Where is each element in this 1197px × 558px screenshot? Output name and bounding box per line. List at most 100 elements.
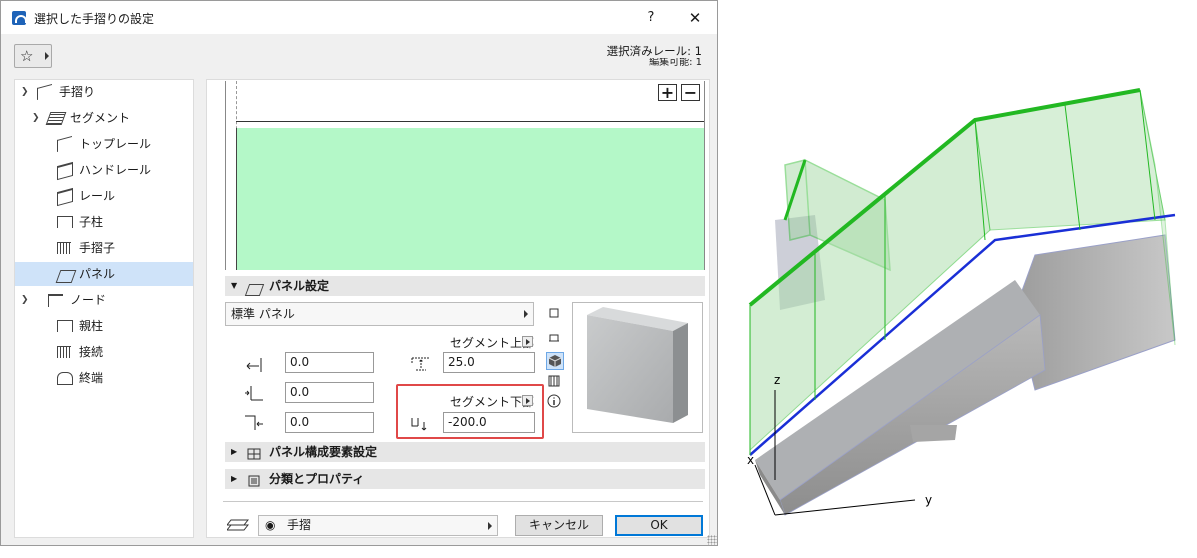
baluster-post-icon [57, 216, 73, 228]
info-icon[interactable] [547, 394, 561, 408]
panel-preview[interactable]: + − [225, 81, 705, 270]
tree-label: ハンドレール [79, 163, 152, 177]
panel-type-value: 標準 パネル [231, 307, 295, 321]
editable-count: 編集可能: 1 [649, 58, 702, 67]
zoom-in-button[interactable]: + [658, 84, 677, 101]
view-elevation-icon[interactable] [547, 330, 561, 344]
end-icon [57, 372, 73, 385]
panel-icon [244, 284, 265, 296]
left-offset-field[interactable]: 0.0 [285, 352, 374, 373]
selected-rails-count: 選択済みレール: 1 [606, 44, 702, 58]
segment-icon [45, 112, 67, 125]
panel-material-preview [572, 302, 703, 433]
title-bar: 選択した手摺りの設定 ? ✕ [1, 1, 717, 34]
connection-icon [57, 346, 71, 358]
archicad-app-icon [12, 11, 27, 25]
tree-label: セグメント [70, 111, 131, 125]
chevron-right-icon [524, 310, 528, 318]
panel-components-header[interactable]: ▶ パネル構成要素設定 [225, 442, 705, 462]
tree-label: 子柱 [79, 215, 104, 229]
tree-item-connection[interactable]: 接続 [15, 340, 193, 364]
gap-dimension-icon [243, 384, 265, 402]
chevron-right-icon [45, 52, 49, 60]
zoom-out-button[interactable]: − [681, 84, 700, 101]
expand-triangle-icon: ▶ [231, 447, 238, 456]
tree-item-railing[interactable]: ❯ 手摺り [15, 80, 193, 104]
expand-triangle-icon: ▶ [231, 474, 238, 483]
segment-top-field[interactable]: 25.0 [443, 352, 535, 373]
chevron-down-icon[interactable]: ❯ [21, 288, 29, 312]
panel-icon [55, 270, 77, 283]
chevron-down-icon[interactable]: ❯ [21, 80, 29, 104]
section-view-icon[interactable] [547, 374, 561, 388]
layer-name: 手摺 [287, 518, 312, 532]
tree-item-baluster-post[interactable]: 子柱 [15, 210, 193, 234]
tree-label: 終端 [79, 371, 104, 385]
help-button[interactable]: ? [639, 7, 663, 29]
collapse-triangle-icon: ▼ [231, 281, 238, 290]
cancel-button[interactable]: キャンセル [515, 515, 603, 536]
tree-item-top-rail[interactable]: トップレール [15, 132, 193, 156]
view-3d-icon[interactable] [546, 352, 564, 370]
section-title: 分類とプロパティ [269, 472, 365, 486]
section-title: パネル設定 [269, 279, 330, 293]
close-button[interactable]: ✕ [683, 7, 707, 29]
horizontal-gap-field[interactable]: 0.0 [285, 382, 374, 403]
tree-item-baluster[interactable]: 手摺子 [15, 236, 193, 260]
settings-content: + − ▼ パネル設定 標準 パネル 0.0 0.0 0.0 セグメント上部 2… [206, 79, 710, 538]
segment-top-menu-icon[interactable] [522, 336, 533, 347]
layer-dropdown[interactable]: ◉ 手摺 [258, 515, 498, 536]
railing-settings-dialog: 選択した手摺りの設定 ? ✕ ☆ 選択済みレール: 1 編集可能: 1 ❯ 手摺… [0, 0, 718, 546]
selection-info: 選択済みレール: 1 編集可能: 1 [607, 44, 702, 67]
axis-x-label: x [747, 453, 754, 467]
favorites-star-icon: ☆ [20, 47, 34, 65]
newel-post-icon [57, 320, 73, 332]
tree-item-handrail[interactable]: ハンドレール [15, 158, 193, 182]
ok-button[interactable]: OK [615, 515, 703, 536]
offset-dimension-icon [243, 356, 265, 374]
node-icon [48, 294, 63, 307]
handrail-icon [57, 161, 73, 181]
properties-icon [247, 473, 260, 487]
tree-item-panel[interactable]: パネル [15, 262, 193, 286]
axis-y-label: y [925, 493, 932, 507]
top-rail-icon [57, 135, 72, 153]
right-offset-field[interactable]: 0.0 [285, 412, 374, 433]
settings-tree: ❯ 手摺り ❯ セグメント トップレール ハンドレール レール 子柱 手摺子 パ… [14, 79, 194, 538]
favorites-button[interactable]: ☆ [14, 44, 52, 68]
tree-label: レール [79, 189, 116, 203]
tree-label: 手摺子 [79, 241, 116, 255]
tree-item-end[interactable]: 終端 [15, 366, 193, 390]
layer-icon [225, 519, 250, 531]
panel-type-dropdown[interactable]: 標準 パネル [225, 302, 534, 326]
tree-item-rail[interactable]: レール [15, 184, 193, 208]
axis-z-label: z [774, 373, 780, 387]
tree-label: 手摺り [59, 85, 96, 99]
footer-divider [223, 501, 703, 502]
tree-label: 接続 [79, 345, 104, 359]
chevron-right-icon [488, 522, 492, 530]
baluster-icon [57, 242, 71, 254]
tree-label: パネル [79, 267, 116, 281]
tree-item-newel-post[interactable]: 親柱 [15, 314, 193, 338]
segment-top-dimension-icon [410, 354, 432, 372]
eye-icon: ◉ [265, 518, 276, 532]
rail-icon [57, 187, 73, 207]
view-2d-icon[interactable] [547, 306, 561, 320]
preview-panel-fill [236, 128, 704, 270]
tree-label: ノード [70, 293, 107, 307]
tree-item-segment[interactable]: ❯ セグメント [15, 106, 193, 130]
panel-settings-header[interactable]: ▼ パネル設定 [225, 276, 705, 296]
tree-label: 親柱 [79, 319, 104, 333]
chevron-down-icon[interactable]: ❯ [32, 106, 40, 130]
tree-item-node[interactable]: ❯ ノード [15, 288, 193, 312]
window-title: 選択した手摺りの設定 [34, 12, 155, 26]
end-offset-dimension-icon [243, 414, 265, 432]
tree-label: トップレール [79, 137, 152, 151]
resize-grip[interactable] [707, 535, 717, 545]
shadow-block [910, 425, 957, 442]
components-icon [247, 446, 261, 460]
classification-header[interactable]: ▶ 分類とプロパティ [225, 469, 705, 489]
glass-panel-landing [974, 89, 1166, 231]
highlight-frame [396, 384, 544, 439]
